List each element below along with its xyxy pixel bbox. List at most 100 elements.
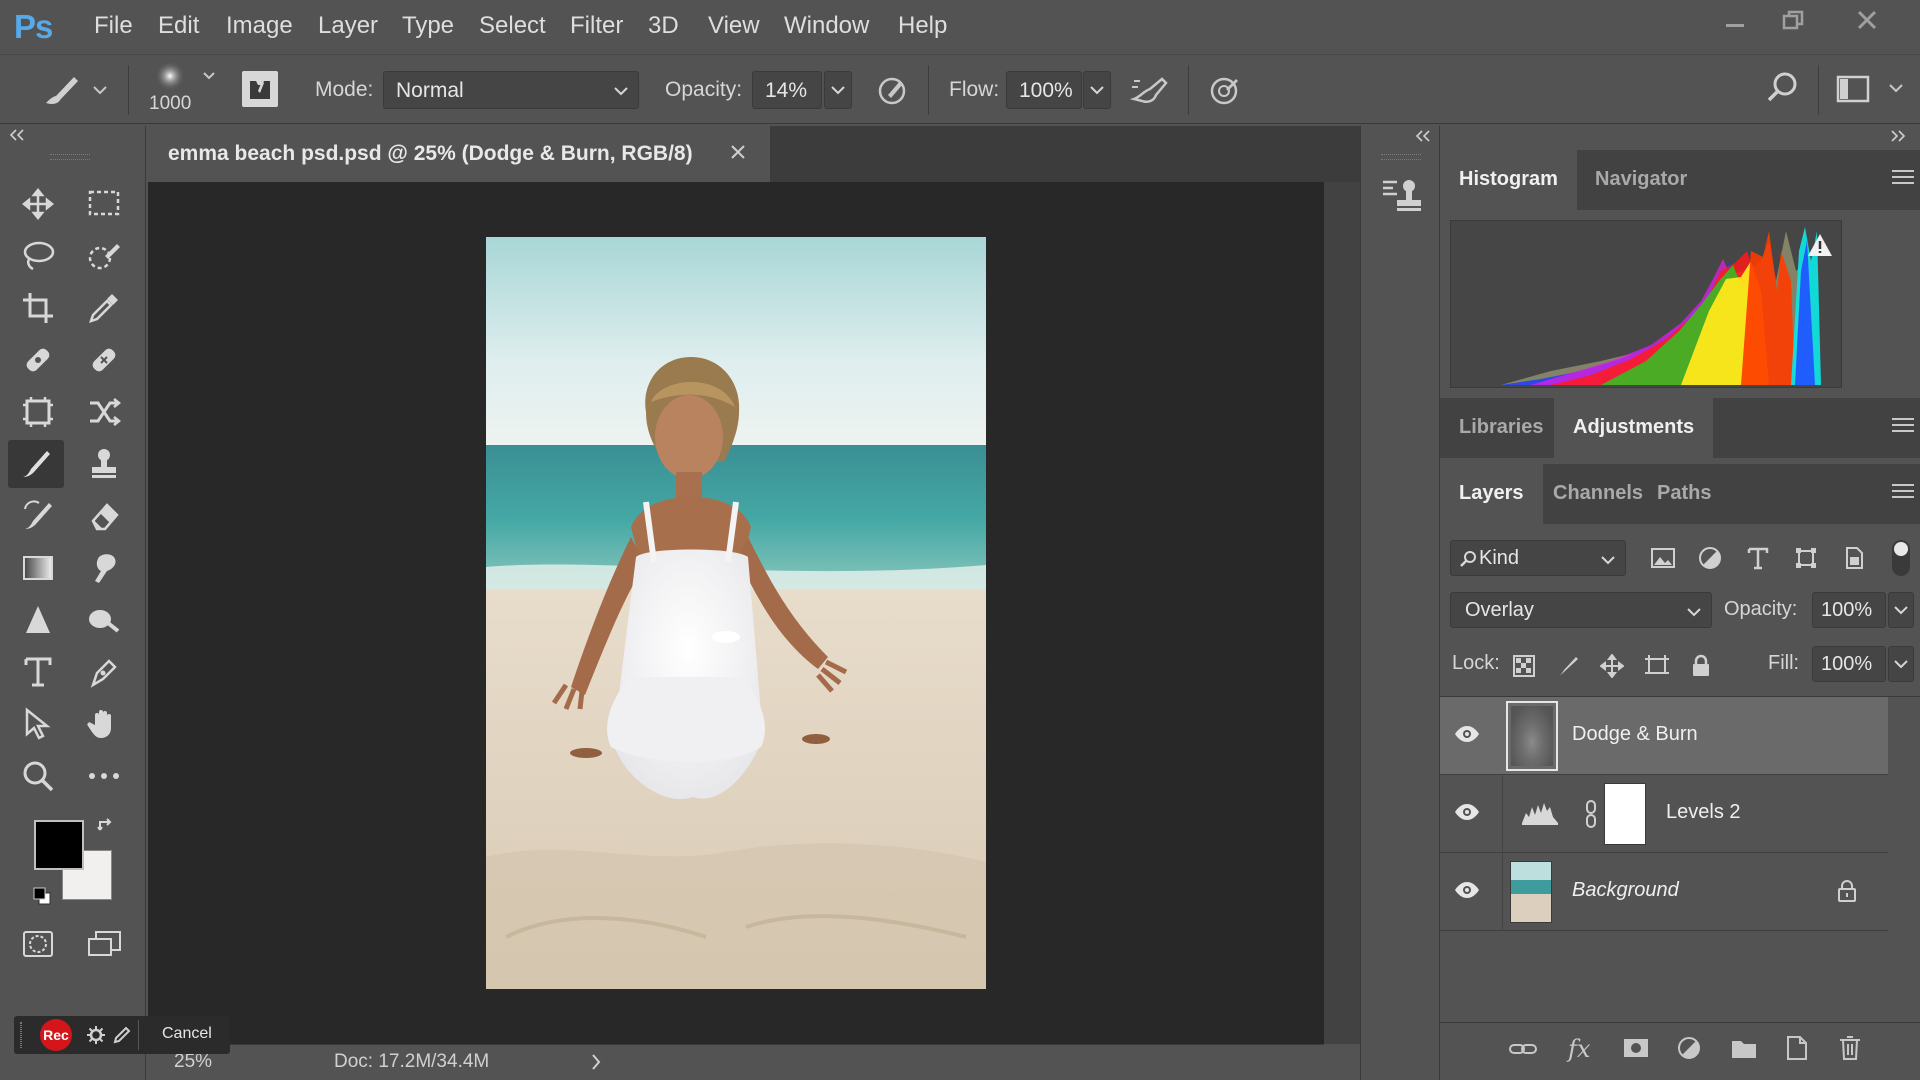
tab-navigator[interactable]: Navigator [1576,150,1706,210]
tool-preset-picker[interactable] [40,69,112,109]
brush-panel-toggle[interactable] [242,71,278,107]
link-layers-button[interactable] [1508,1039,1538,1059]
spot-heal-tool[interactable] [12,336,64,384]
recorder-settings-button[interactable] [86,1025,106,1045]
opacity-dropdown[interactable] [824,71,852,109]
lasso-tool[interactable] [12,232,64,280]
document-canvas-image[interactable] [486,237,986,989]
opacity-input[interactable]: 14% [752,71,822,109]
tab-layers[interactable]: Layers [1440,464,1543,524]
warning-icon[interactable] [1807,233,1833,257]
menu-view[interactable]: View [708,12,760,40]
new-adjustment-layer-button[interactable] [1676,1035,1702,1061]
lock-all-button[interactable] [1690,654,1712,678]
crop-tool[interactable] [12,284,64,332]
filter-type-button[interactable] [1746,546,1770,570]
path-select-tool[interactable] [12,700,64,748]
airbrush-button[interactable] [1130,73,1170,107]
visibility-toggle[interactable] [1454,881,1480,899]
menu-image[interactable]: Image [226,12,293,40]
status-menu-button[interactable] [590,1053,602,1071]
new-group-button[interactable] [1730,1037,1758,1059]
menu-layer[interactable]: Layer [318,12,378,40]
marquee-tool[interactable] [78,180,130,228]
lock-transparent-button[interactable] [1512,654,1536,678]
menu-select[interactable]: Select [479,12,546,40]
screen-mode-button[interactable] [78,920,130,968]
flow-input[interactable]: 100% [1006,71,1082,109]
fill-input[interactable]: 100% [1812,646,1886,682]
menu-edit[interactable]: Edit [158,12,199,40]
recorder-grip[interactable] [20,1022,22,1048]
visibility-toggle[interactable] [1454,803,1480,821]
eyedropper-tool[interactable] [78,284,130,332]
menu-window[interactable]: Window [784,12,869,40]
search-button[interactable] [1766,71,1800,105]
zoom-level[interactable]: 25% [174,1051,212,1073]
pressure-opacity-button[interactable] [876,73,910,107]
document-tab[interactable]: emma beach psd.psd @ 25% (Dodge & Burn, … [148,126,770,182]
panel-menu-button[interactable] [1892,484,1914,502]
layer-name[interactable]: Background [1572,879,1679,902]
pen-tool[interactable] [78,648,130,696]
hand-tool[interactable] [78,700,130,748]
healing-brush-tool[interactable] [78,336,130,384]
tab-libraries[interactable]: Libraries [1440,398,1562,458]
expand-panels-button[interactable] [1415,130,1433,142]
menu-file[interactable]: File [94,12,133,40]
layer-name[interactable]: Dodge & Burn [1572,723,1698,746]
layer-opacity-input[interactable]: 100% [1812,592,1886,628]
lock-position-button[interactable] [1600,654,1624,678]
filter-toggle-switch[interactable] [1892,540,1910,576]
sharpen-tool[interactable] [12,596,64,644]
record-button[interactable]: Rec [40,1019,72,1051]
pressure-size-button[interactable] [1208,73,1242,107]
blend-mode-select[interactable]: Overlay [1450,592,1712,628]
quick-mask-button[interactable] [12,920,64,968]
recorder-edit-button[interactable] [112,1025,132,1045]
tab-adjustments[interactable]: Adjustments [1554,398,1714,458]
dodge-tool[interactable] [78,596,130,644]
content-aware-move-tool[interactable] [12,388,64,436]
tab-histogram[interactable]: Histogram [1440,150,1577,210]
add-mask-button[interactable] [1622,1037,1650,1059]
smudge-tool[interactable] [78,544,130,592]
layer-row-levels-2[interactable]: Levels 2 [1440,775,1888,853]
brush-size-picker[interactable]: 1000 [148,61,220,121]
history-brush-tool[interactable] [12,492,64,540]
panel-menu-button[interactable] [1892,170,1914,188]
layer-filter-select[interactable]: Kind [1450,540,1626,576]
menu-3d[interactable]: 3D [648,12,679,40]
canvas-vertical-scrollbar[interactable] [1324,182,1360,1044]
more-tools[interactable] [78,752,130,800]
cancel-button[interactable]: Cancel [162,1025,212,1043]
tab-paths[interactable]: Paths [1638,464,1730,524]
fill-dropdown[interactable] [1888,646,1914,682]
gradient-tool[interactable] [12,544,64,592]
patch-tool[interactable] [78,388,130,436]
layer-thumbnail[interactable] [1506,701,1558,771]
filter-smart-object-button[interactable] [1842,546,1866,570]
clone-stamp-tool[interactable] [78,440,130,488]
menu-filter[interactable]: Filter [570,12,623,40]
fx-icon[interactable]: fx [1568,1035,1590,1063]
collapse-panels-button[interactable] [1888,130,1906,142]
lock-pixels-button[interactable] [1556,654,1580,678]
layer-mask-link[interactable] [1584,799,1598,829]
filter-shape-button[interactable] [1794,546,1818,570]
layer-row-background[interactable]: Background [1440,853,1888,931]
toolbox-grip[interactable] [50,154,90,160]
filter-pixel-button[interactable] [1650,546,1676,570]
swap-colors-button[interactable] [96,816,116,836]
canvas-area[interactable] [148,182,1324,1044]
type-tool[interactable] [12,648,64,696]
visibility-toggle[interactable] [1454,725,1480,743]
layer-name[interactable]: Levels 2 [1666,801,1741,824]
default-colors-button[interactable] [32,886,52,906]
menu-type[interactable]: Type [402,12,454,40]
minimize-button[interactable] [1706,0,1764,40]
menu-help[interactable]: Help [898,12,947,40]
panel-menu-button[interactable] [1892,418,1914,436]
zoom-tool[interactable] [12,752,64,800]
layer-thumbnail[interactable] [1510,861,1552,923]
